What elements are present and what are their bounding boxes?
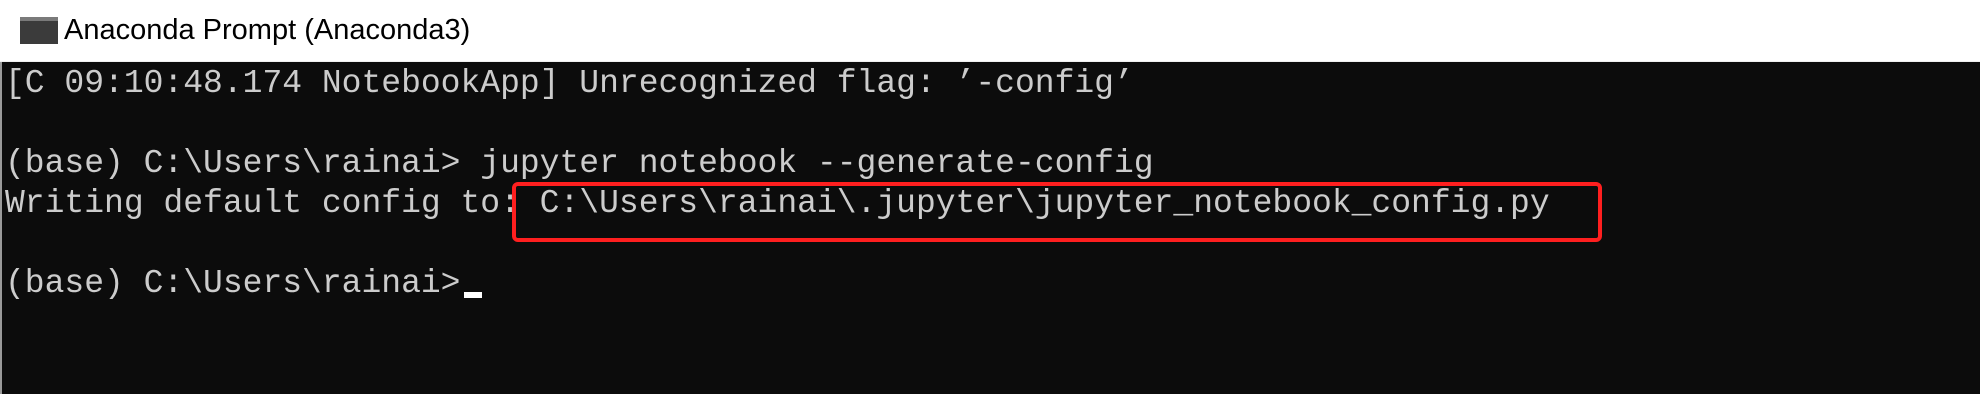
- title-bar[interactable]: Anaconda Prompt (Anaconda3): [0, 0, 1980, 62]
- terminal-window: Anaconda Prompt (Anaconda3) [C 09:10:48.…: [0, 0, 1980, 394]
- console-icon: [20, 17, 58, 44]
- console-line: (base) C:\Users\rainai> jupyter notebook…: [5, 145, 1154, 182]
- text-cursor: [464, 292, 483, 298]
- window-title: Anaconda Prompt (Anaconda3): [64, 14, 471, 46]
- prompt-text: (base) C:\Users\rainai>: [5, 265, 461, 302]
- console-line: [C 09:10:48.174 NotebookApp] Unrecognize…: [5, 65, 1134, 102]
- config-path-highlight: [512, 182, 1602, 242]
- console-prompt-line[interactable]: (base) C:\Users\rainai>: [5, 264, 483, 304]
- console-output[interactable]: [C 09:10:48.174 NotebookApp] Unrecognize…: [0, 62, 1980, 394]
